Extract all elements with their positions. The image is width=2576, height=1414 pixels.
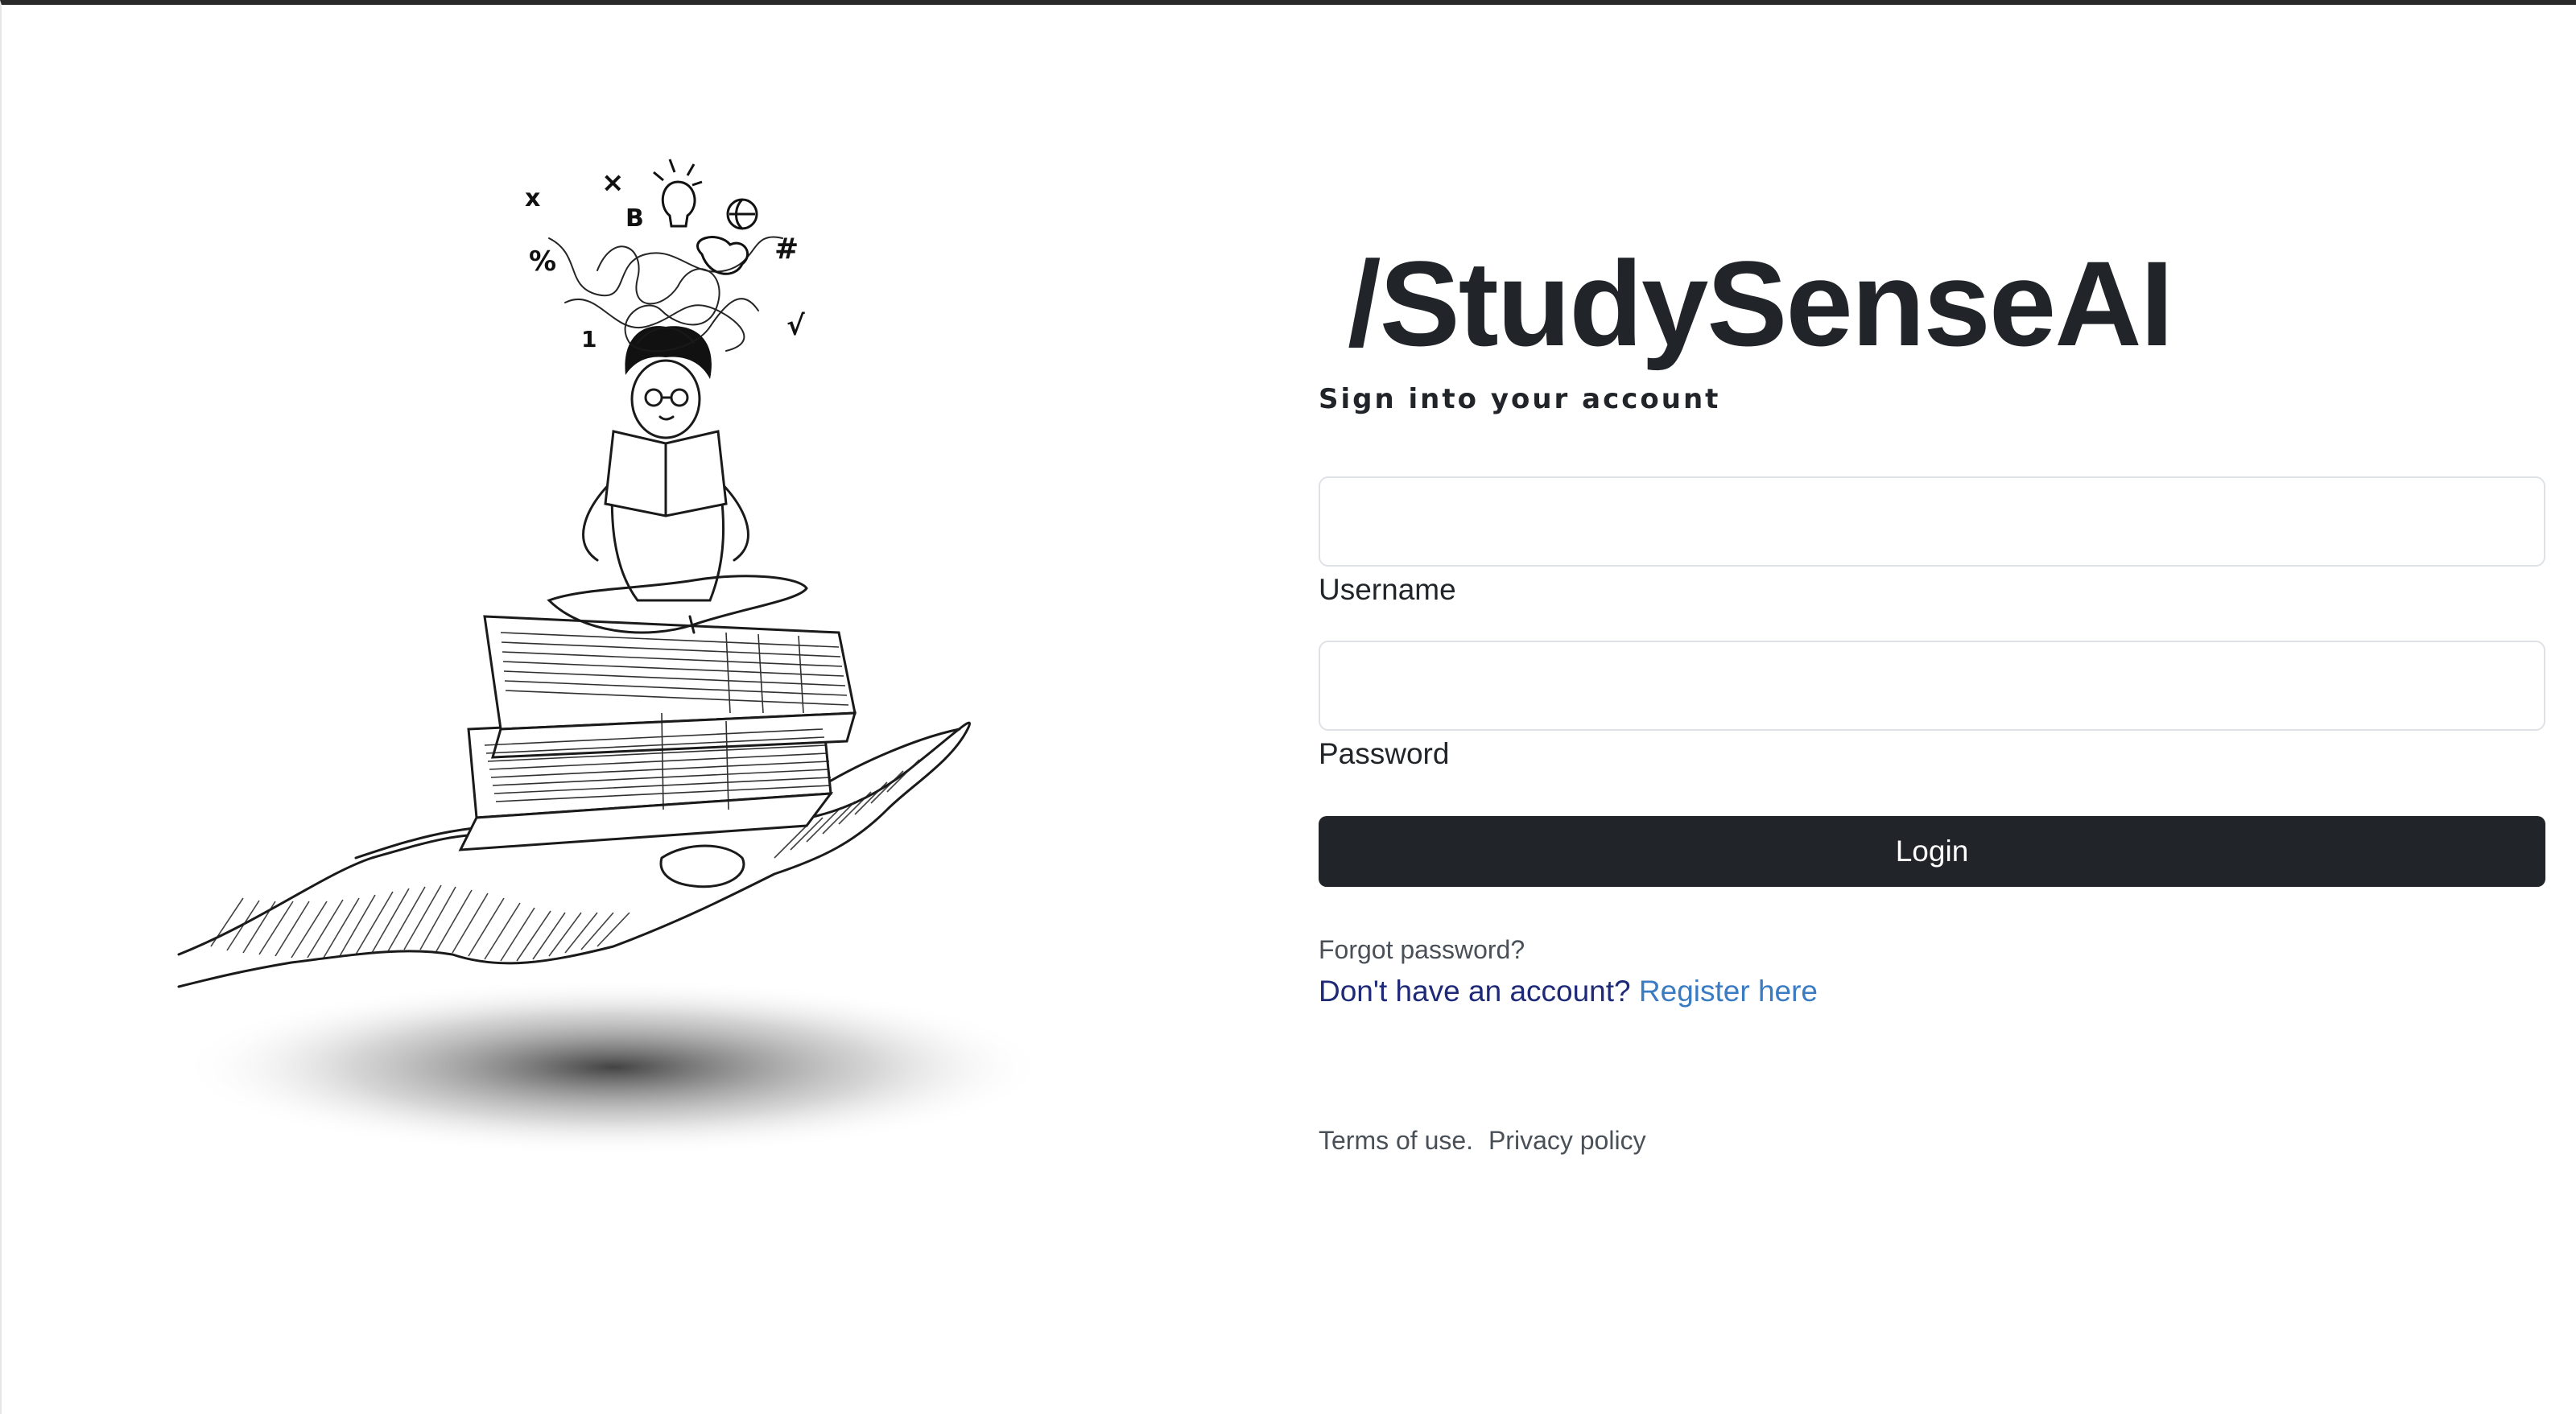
svg-text:#: # bbox=[774, 233, 799, 266]
register-prompt-text: Don't have an account? bbox=[1319, 975, 1631, 1008]
username-input[interactable] bbox=[1319, 476, 2545, 567]
terms-of-use-link[interactable]: Terms of use. bbox=[1319, 1126, 1473, 1155]
password-field-group: Password bbox=[1319, 641, 2545, 771]
forgot-password-link[interactable]: Forgot password? bbox=[1319, 935, 2545, 965]
svg-text:x: x bbox=[525, 184, 540, 212]
register-link[interactable]: Register here bbox=[1639, 975, 1818, 1008]
username-label: Username bbox=[1319, 573, 1456, 606]
svg-text:×: × bbox=[601, 167, 625, 199]
login-page: x × B % 1 # √ /StudySenseAI Sign into yo… bbox=[0, 0, 2576, 1414]
password-label: Password bbox=[1319, 737, 1450, 770]
svg-text:√: √ bbox=[786, 310, 805, 342]
app-logo: /StudySenseAI bbox=[1348, 236, 2174, 371]
username-field-group: Username bbox=[1319, 476, 2545, 607]
password-input[interactable] bbox=[1319, 641, 2545, 731]
register-prompt: Don't have an account? Register here bbox=[1319, 975, 2545, 1008]
privacy-policy-link[interactable]: Privacy policy bbox=[1488, 1126, 1646, 1155]
legal-links: Terms of use. Privacy policy bbox=[1319, 1126, 2545, 1156]
svg-text:%: % bbox=[529, 245, 556, 278]
svg-text:1: 1 bbox=[581, 326, 597, 352]
login-button[interactable]: Login bbox=[1319, 816, 2545, 887]
svg-text:B: B bbox=[625, 204, 644, 233]
login-panel: /StudySenseAI Sign into your account Use… bbox=[1319, 243, 2545, 1156]
sketch-illustration-icon: x × B % 1 # √ bbox=[177, 159, 1048, 1156]
signin-subtitle: Sign into your account bbox=[1319, 383, 1721, 415]
student-books-hand-illustration: x × B % 1 # √ bbox=[163, 150, 1129, 1156]
